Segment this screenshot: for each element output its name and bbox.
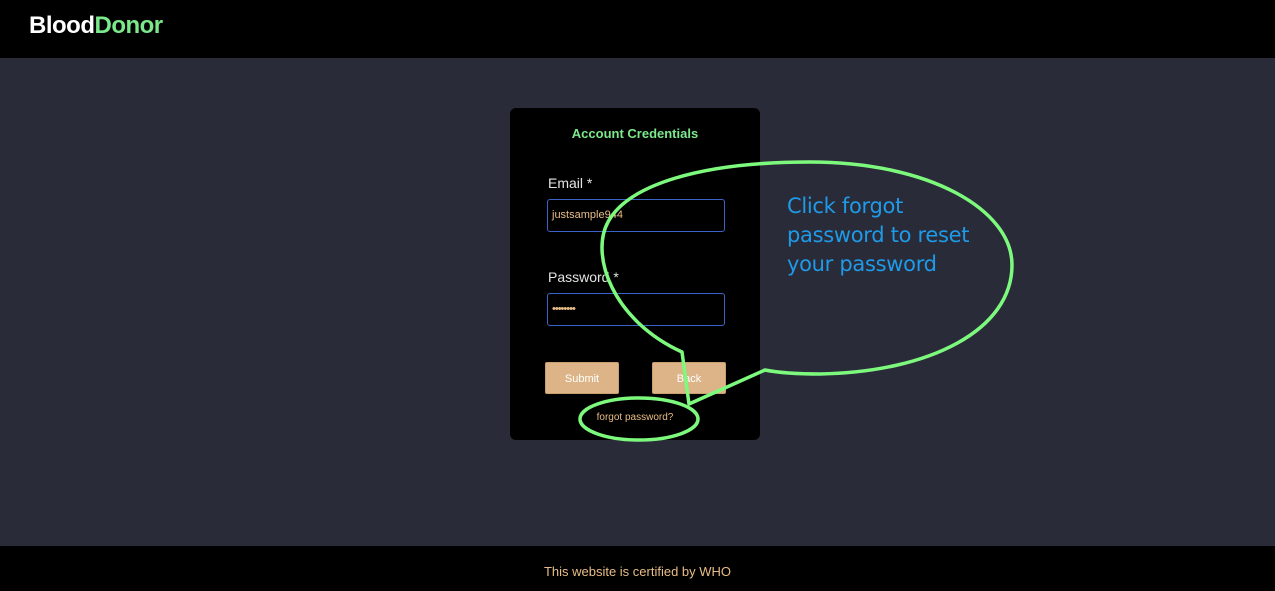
brand-logo-part2: Donor (94, 12, 163, 39)
password-label: Password * (548, 269, 619, 285)
card-title: Account Credentials (571, 126, 699, 141)
email-field[interactable]: justsample944 (547, 199, 725, 232)
credentials-card: Account Credentials Email * justsample94… (510, 108, 760, 440)
navbar: BloodDonor (0, 0, 1275, 58)
submit-button[interactable]: Submit (545, 362, 619, 394)
brand-logo-part1: Blood (29, 12, 95, 39)
email-label: Email * (548, 175, 593, 191)
forgot-password-link[interactable]: forgot password? (510, 412, 760, 423)
footer: This website is certified by WHO (0, 546, 1275, 591)
back-button[interactable]: Back (652, 362, 726, 394)
footer-certification-text: This website is certified by WHO (543, 564, 732, 579)
callout-text: Click forgot password to reset your pass… (787, 194, 970, 276)
password-field[interactable]: •••••••• (547, 293, 725, 326)
brand-logo[interactable]: BloodDonor (29, 12, 163, 40)
